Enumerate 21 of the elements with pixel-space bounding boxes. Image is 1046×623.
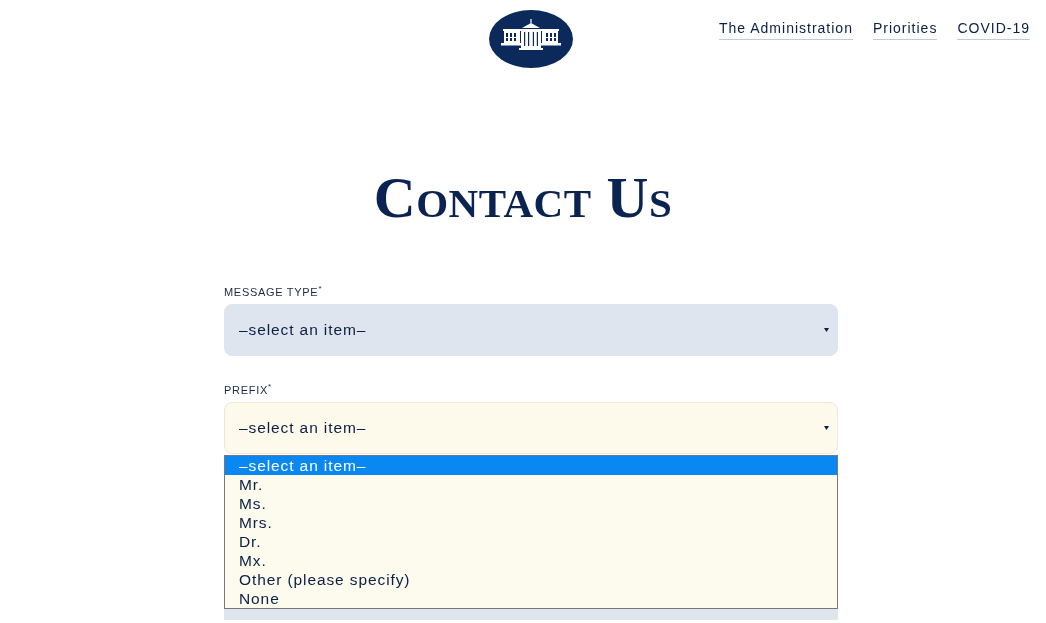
field-label: PREFIX$^{*}$ [224, 383, 272, 397]
select-value: –select an item– [239, 320, 367, 341]
dropdown-option[interactable]: Other (please specify) [225, 570, 837, 589]
select-field[interactable]: –select an item– [224, 304, 838, 356]
nav-link[interactable]: The Administration [719, 19, 853, 40]
caret-icon [824, 328, 829, 332]
dropdown-option[interactable]: Mrs. [225, 513, 837, 532]
select-field[interactable]: –select an item– [224, 402, 838, 454]
dropdown-option[interactable]: Dr. [225, 532, 837, 551]
page-title: Contact Us [372, 168, 674, 228]
caret-icon [824, 426, 829, 430]
select-value: –select an item– [239, 418, 367, 439]
building-logo[interactable] [489, 10, 573, 68]
nav-link[interactable]: COVID-19 [957, 19, 1030, 40]
dropdown-option[interactable]: –select an item– [225, 456, 837, 475]
nav-link[interactable]: Priorities [872, 19, 938, 40]
dropdown-option[interactable]: None [225, 589, 837, 608]
field-label: MESSAGE TYPE$^{*}$ [224, 285, 323, 299]
dropdown-option[interactable]: Mx. [225, 551, 837, 570]
dropdown-option[interactable]: Ms. [225, 494, 837, 513]
dropdown-option[interactable]: Mr. [225, 475, 837, 494]
